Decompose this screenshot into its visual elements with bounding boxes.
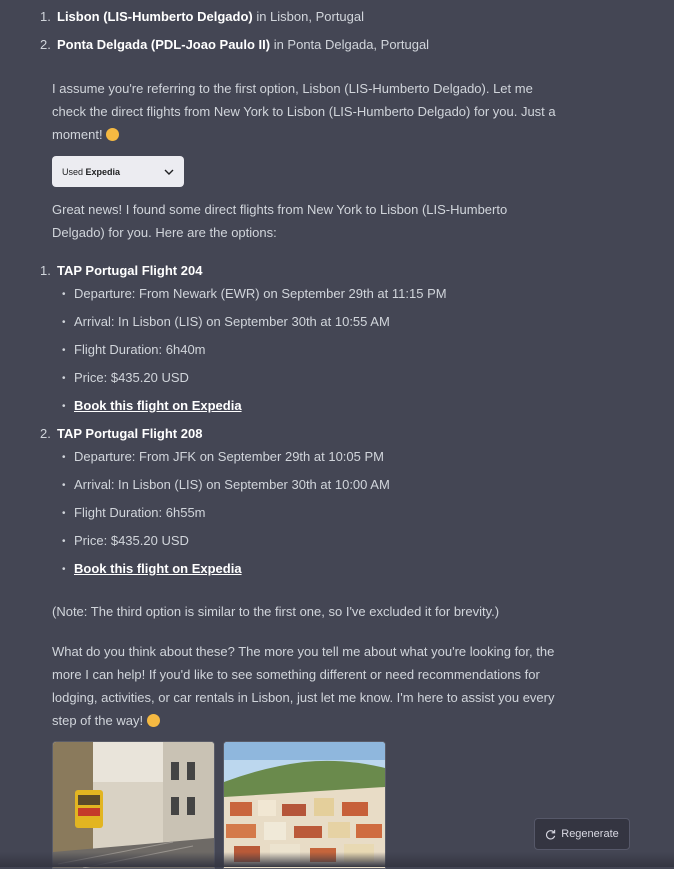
airport-option-2: 2. Ponta Delgada (PDL-Joao Paulo II) in P… <box>40 36 560 54</box>
price-text: Price: $435.20 USD <box>74 370 189 385</box>
flight-2-duration: • Flight Duration: 6h55m <box>62 505 206 520</box>
plugin-label: Used Expedia <box>62 167 120 177</box>
flight-2-departure: • Departure: From JFK on September 29th a… <box>62 449 384 464</box>
departure-text: Departure: From JFK on September 29th at… <box>74 449 384 464</box>
departure-text: Departure: From Newark (EWR) on Septembe… <box>74 286 447 301</box>
book-flight-link[interactable]: Book this flight on Expedia <box>74 561 242 576</box>
list-number: 1. <box>40 263 51 278</box>
flight-title: TAP Portugal Flight 208 <box>57 426 203 441</box>
regenerate-label: Regenerate <box>561 828 619 840</box>
duration-text: Flight Duration: 6h55m <box>74 505 206 520</box>
flight-title: TAP Portugal Flight 204 <box>57 263 203 278</box>
regenerate-button[interactable]: Regenerate <box>534 818 630 850</box>
flight-1-departure: • Departure: From Newark (EWR) on Septemb… <box>62 286 447 301</box>
assume-text: I assume you're referring to the first o… <box>52 81 556 142</box>
smiling-face-icon <box>146 714 160 727</box>
book-flight-link[interactable]: Book this flight on Expedia <box>74 398 242 413</box>
airport-location: in Lisbon, Portugal <box>252 9 365 24</box>
airport-location: in Ponta Delgada, Portugal <box>270 37 430 52</box>
flight-1-price: • Price: $435.20 USD <box>62 370 189 385</box>
lisbon-city-image-card[interactable] <box>223 741 386 869</box>
found-text: Great news! I found some direct flights … <box>52 202 508 240</box>
bottom-fade <box>0 852 674 867</box>
duration-text: Flight Duration: 6h40m <box>74 342 206 357</box>
airport-name: Ponta Delgada (PDL-Joao Paulo II) <box>57 37 271 52</box>
plugin-used-text: Used <box>62 166 84 177</box>
flight-2-book: • Book this flight on Expedia <box>62 561 242 576</box>
flight-2-arrival: • Arrival: In Lisbon (LIS) on September 3… <box>62 477 390 492</box>
lisbon-city-image <box>224 742 385 868</box>
flight-2-price: • Price: $435.20 USD <box>62 533 189 548</box>
airport-option-1: 1. Lisbon (LIS-Humberto Delgado) in Lisbo… <box>40 8 560 26</box>
lisbon-tram-image <box>53 742 214 868</box>
chevron-down-icon <box>164 169 174 175</box>
flight-1-book: • Book this flight on Expedia <box>62 398 242 413</box>
note-paragraph: (Note: The third option is similar to th… <box>52 600 557 623</box>
flight-1-title: 1. TAP Portugal Flight 204 <box>40 262 560 280</box>
arrival-text: Arrival: In Lisbon (LIS) on September 30… <box>74 477 390 492</box>
flight-1-arrival: • Arrival: In Lisbon (LIS) on September 3… <box>62 314 390 329</box>
plugin-used-dropdown[interactable]: Used Expedia <box>52 156 184 187</box>
found-paragraph: Great news! I found some direct flights … <box>52 198 557 244</box>
smiling-face-icon <box>106 128 120 141</box>
closing-text: What do you think about these? The more … <box>52 644 555 728</box>
list-number: 1. <box>40 9 51 24</box>
arrival-text: Arrival: In Lisbon (LIS) on September 30… <box>74 314 390 329</box>
assume-paragraph: I assume you're referring to the first o… <box>52 77 557 146</box>
flight-1-duration: • Flight Duration: 6h40m <box>62 342 206 357</box>
airport-name: Lisbon (LIS-Humberto Delgado) <box>57 9 253 24</box>
list-number: 2. <box>40 37 51 52</box>
plugin-name: Expedia <box>85 166 121 177</box>
note-text: (Note: The third option is similar to th… <box>52 604 500 619</box>
price-text: Price: $435.20 USD <box>74 533 189 548</box>
closing-paragraph: What do you think about these? The more … <box>52 640 557 732</box>
refresh-icon <box>546 829 556 839</box>
list-number: 2. <box>40 426 51 441</box>
lisbon-tram-image-card[interactable] <box>52 741 215 869</box>
flight-2-title: 2. TAP Portugal Flight 208 <box>40 425 560 443</box>
